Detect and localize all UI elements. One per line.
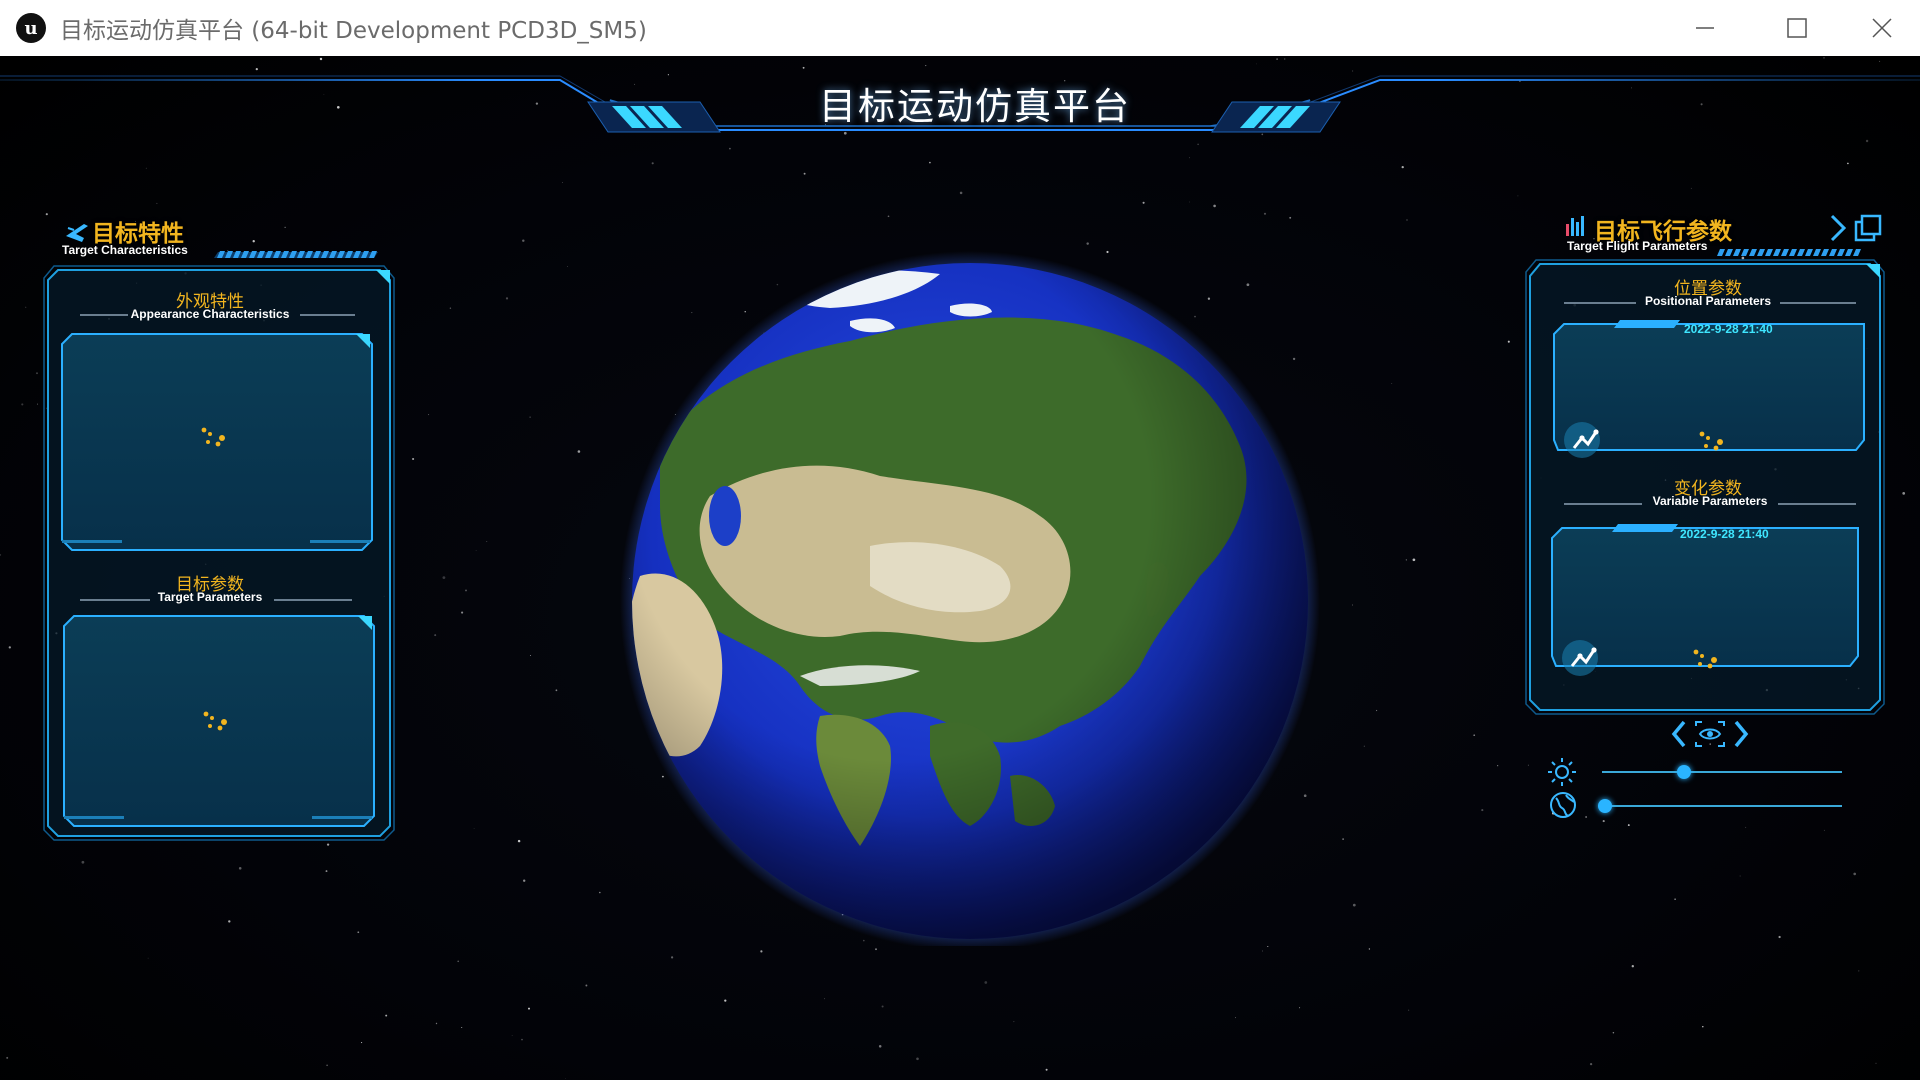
- variable-section-subtitle: Variable Parameters: [1652, 494, 1768, 508]
- target-parameters-section-subtitle: Target Parameters: [157, 590, 263, 604]
- earth-globe[interactable]: [620, 246, 1320, 946]
- globe-icon: [1550, 792, 1576, 818]
- variable-timestamp: 2022-9-28 21:40: [1680, 527, 1769, 541]
- line-chart-icon[interactable]: [1562, 418, 1610, 462]
- sun-icon: [1548, 758, 1576, 786]
- eye-focus-icon[interactable]: [1695, 721, 1725, 747]
- maximize-icon: [1787, 18, 1807, 38]
- appearance-section-subtitle: Appearance Characteristics: [130, 307, 290, 321]
- window-titlebar: u 目标运动仿真平台 (64-bit Development PCD3D_SM5…: [0, 0, 1920, 56]
- collapse-chevron-icon[interactable]: [1830, 214, 1847, 242]
- positional-section-subtitle: Positional Parameters: [1644, 294, 1772, 308]
- maximize-button[interactable]: [1752, 0, 1842, 56]
- platform-title: 目标运动仿真平台: [819, 85, 1131, 128]
- chevron-right-icon[interactable]: [1734, 720, 1749, 748]
- minimize-button[interactable]: [1660, 0, 1750, 56]
- loading-spinner-icon: [201, 427, 225, 447]
- line-chart-icon[interactable]: [1560, 636, 1608, 680]
- loading-spinner-icon: [203, 711, 227, 731]
- positional-timestamp: 2022-9-28 21:40: [1684, 322, 1773, 336]
- popout-window-icon[interactable]: [1854, 214, 1882, 242]
- left-panel-frame: [43, 224, 395, 841]
- chevron-left-icon[interactable]: [1671, 720, 1686, 748]
- minimize-icon: [1696, 27, 1714, 29]
- close-icon: [1872, 18, 1892, 38]
- globe-rotation-slider-thumb[interactable]: [1598, 799, 1612, 813]
- globe-rotation-slider[interactable]: [1598, 798, 1842, 814]
- signal-bars-icon: [1566, 216, 1584, 236]
- left-panel-subtitle: Target Characteristics: [62, 243, 188, 257]
- loading-spinner-icon: [1699, 431, 1723, 451]
- loading-spinner-icon: [1693, 649, 1717, 669]
- brightness-slider[interactable]: [1602, 764, 1842, 780]
- close-button[interactable]: [1844, 0, 1920, 56]
- unreal-engine-logo-icon: u: [16, 13, 46, 43]
- aircraft-icon: [66, 224, 88, 242]
- space-scene[interactable]: 目标运动仿真平台 目标特性 Target Characteristics 外观特…: [0, 56, 1920, 1080]
- view-navigation: [1671, 720, 1749, 748]
- right-panel-subtitle: Target Flight Parameters: [1567, 239, 1708, 253]
- window-title: 目标运动仿真平台 (64-bit Development PCD3D_SM5): [60, 18, 647, 44]
- brightness-slider-thumb[interactable]: [1676, 765, 1691, 779]
